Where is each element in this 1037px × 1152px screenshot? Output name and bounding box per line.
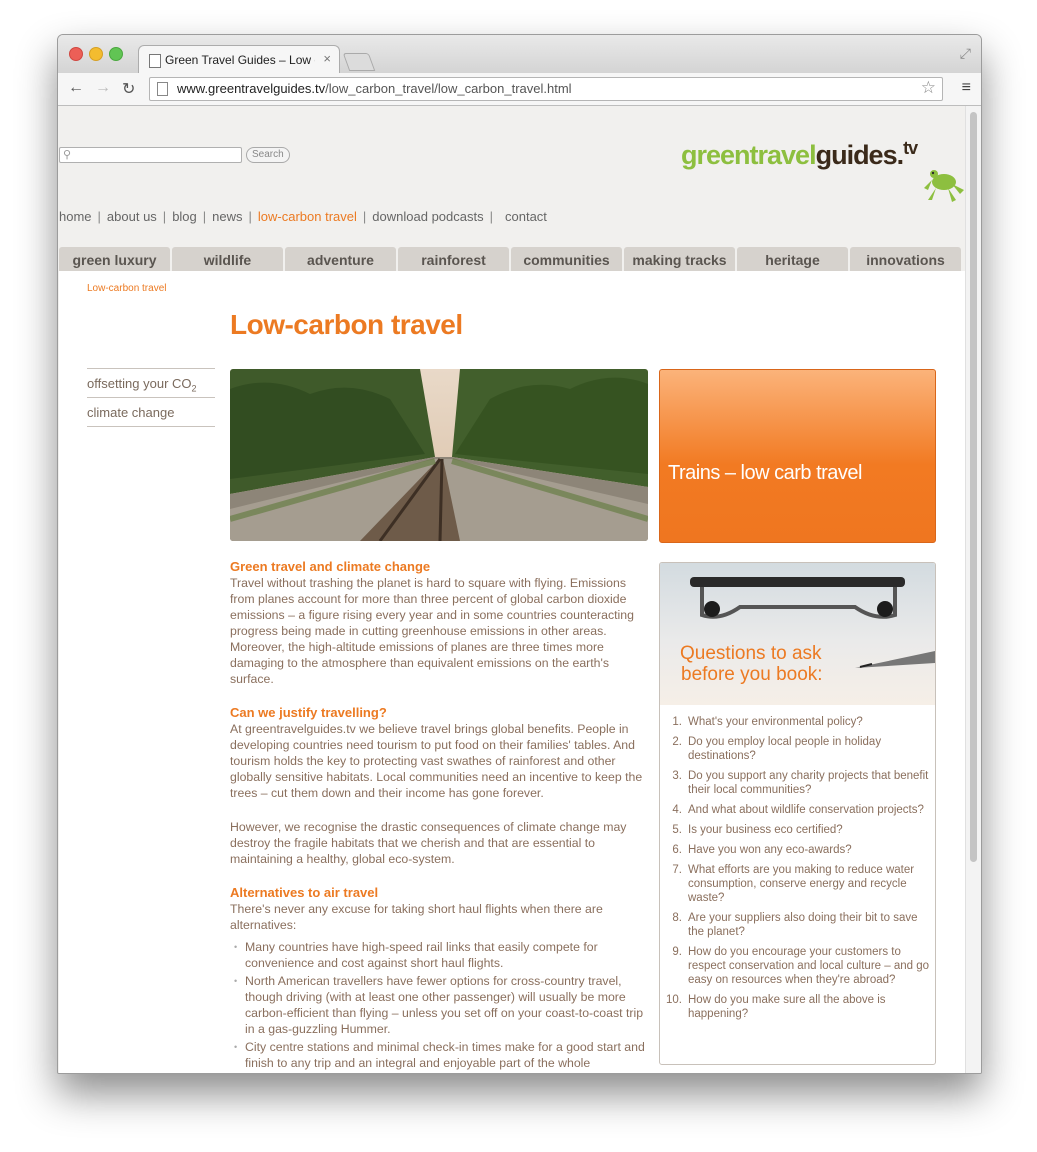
- url-text[interactable]: www.greentravelguides.tv/low_carbon_trav…: [177, 81, 572, 96]
- address-bar[interactable]: www.greentravelguides.tv/low_carbon_trav…: [149, 77, 943, 101]
- list-item: 9. How do you encourage your customers to…: [672, 946, 930, 986]
- promo-text: Trains – low carb travel: [668, 462, 863, 484]
- article-body: Green travel and climate change Travel w…: [230, 559, 650, 1073]
- tab-close-icon[interactable]: ×: [323, 51, 331, 66]
- list-item: 4. And what about wildlife conservation p…: [672, 804, 924, 816]
- site-logo[interactable]: greentravelguides.tv: [681, 138, 918, 171]
- questions-list: 1. What's your environmental policy? 2. Do…: [664, 715, 929, 1027]
- nav-contact[interactable]: contact: [505, 209, 547, 224]
- list-item: 1. What's your environmental policy?: [672, 716, 863, 728]
- main-content: Low-carbon travel Low-carbon travel offs…: [59, 271, 965, 1073]
- tab-making-tracks[interactable]: making tracks: [624, 247, 735, 271]
- page-icon: [157, 82, 168, 96]
- vertical-scrollbar[interactable]: [965, 106, 981, 1073]
- page-viewport: ⚲ Search greentravelguides.tv home | about…: [58, 106, 965, 1073]
- railway-track-image: [230, 369, 648, 541]
- tab-adventure[interactable]: adventure: [285, 247, 396, 271]
- questions-title: Questions to ask before you book:: [680, 643, 823, 685]
- subnav-offsetting-co2[interactable]: offsetting your CO2: [87, 368, 215, 397]
- breadcrumb[interactable]: Low-carbon travel: [87, 283, 166, 294]
- list-item: 6. Have you won any eco-awards?: [672, 844, 852, 856]
- forward-arrow-icon[interactable]: →: [95, 79, 111, 97]
- nav-news[interactable]: news: [212, 209, 242, 224]
- list-item: North American travellers have fewer opt…: [234, 973, 650, 1037]
- paragraph: There's never any excuse for taking shor…: [230, 902, 603, 932]
- nav-download-podcasts[interactable]: download podcasts: [372, 209, 483, 224]
- list-item: City centre stations and minimal check-i…: [234, 1039, 650, 1071]
- fullscreen-icon[interactable]: ⤢: [960, 45, 971, 62]
- paragraph: Travel without trashing the planet is ha…: [230, 576, 634, 686]
- title-bar: Green Travel Guides – Low c × ⤢: [58, 35, 981, 74]
- new-tab-button[interactable]: [342, 53, 376, 71]
- page-title: Low-carbon travel: [230, 309, 463, 340]
- minimize-window-button[interactable]: [89, 47, 103, 61]
- back-arrow-icon[interactable]: ←: [68, 79, 84, 97]
- close-window-button[interactable]: [69, 47, 83, 61]
- list-item: 8. Are your suppliers also doing their bi…: [672, 912, 918, 938]
- reload-icon[interactable]: ↻: [122, 79, 135, 99]
- heading-alternatives: Alternatives to air travel: [230, 885, 379, 900]
- nav-home[interactable]: home: [59, 209, 92, 224]
- top-navigation: home | about us | blog | news | low-carbon trave…: [59, 209, 547, 224]
- tab-communities[interactable]: communities: [511, 247, 622, 271]
- list-item: 10. How do you make sure all the above is…: [666, 994, 886, 1020]
- list-item: 7. What efforts are you making to reduce …: [672, 864, 915, 904]
- tab-rainforest[interactable]: rainforest: [398, 247, 509, 271]
- questions-box: Questions to ask before you book: 1. What'…: [659, 562, 936, 1065]
- list-item: Many countries have high-speed rail link…: [234, 939, 650, 971]
- menu-icon[interactable]: ≡: [962, 79, 971, 97]
- heading-justify-travelling: Can we justify travelling?: [230, 705, 387, 720]
- subnav-climate-change[interactable]: climate change: [87, 397, 215, 426]
- bookmark-star-icon[interactable]: ☆: [921, 78, 936, 98]
- tab-title: Green Travel Guides – Low c: [165, 53, 315, 67]
- list-item: 5. Is your business eco certified?: [672, 824, 843, 836]
- search-icon: ⚲: [63, 149, 72, 161]
- paragraph: At greentravelguides.tv we believe trave…: [230, 722, 643, 800]
- search-input[interactable]: ⚲: [59, 147, 242, 163]
- nav-about-us[interactable]: about us: [107, 209, 157, 224]
- heading-green-travel: Green travel and climate change: [230, 559, 431, 574]
- trains-promo-banner[interactable]: Trains – low carb travel: [659, 369, 936, 543]
- tab-innovations[interactable]: innovations: [850, 247, 961, 271]
- paragraph: However, we recognise the drastic conseq…: [230, 820, 627, 866]
- nav-blog[interactable]: blog: [172, 209, 197, 224]
- list-item: 3. Do you support any charity projects th…: [672, 770, 929, 796]
- frog-icon: [924, 170, 964, 202]
- tab-heritage[interactable]: heritage: [737, 247, 848, 271]
- browser-toolbar: ← → ↻ www.greentravelguides.tv/low_carbo…: [58, 73, 981, 106]
- section-subnav: offsetting your CO2 climate change: [87, 368, 215, 427]
- tab-wildlife[interactable]: wildlife: [172, 247, 283, 271]
- search-button[interactable]: Search: [246, 147, 290, 163]
- list-item: 2. Do you employ local people in holiday …: [672, 736, 882, 762]
- tab-green-luxury[interactable]: green luxury: [59, 247, 170, 271]
- browser-tab[interactable]: Green Travel Guides – Low c ×: [138, 45, 340, 74]
- browser-window: Green Travel Guides – Low c × ⤢ ← → ↻ ww…: [57, 34, 982, 1074]
- page-icon: [149, 54, 161, 68]
- alternatives-list: Many countries have high-speed rail link…: [230, 939, 650, 1071]
- scrollbar-thumb[interactable]: [970, 112, 977, 862]
- zoom-window-button[interactable]: [109, 47, 123, 61]
- nav-low-carbon-travel[interactable]: low-carbon travel: [258, 209, 357, 224]
